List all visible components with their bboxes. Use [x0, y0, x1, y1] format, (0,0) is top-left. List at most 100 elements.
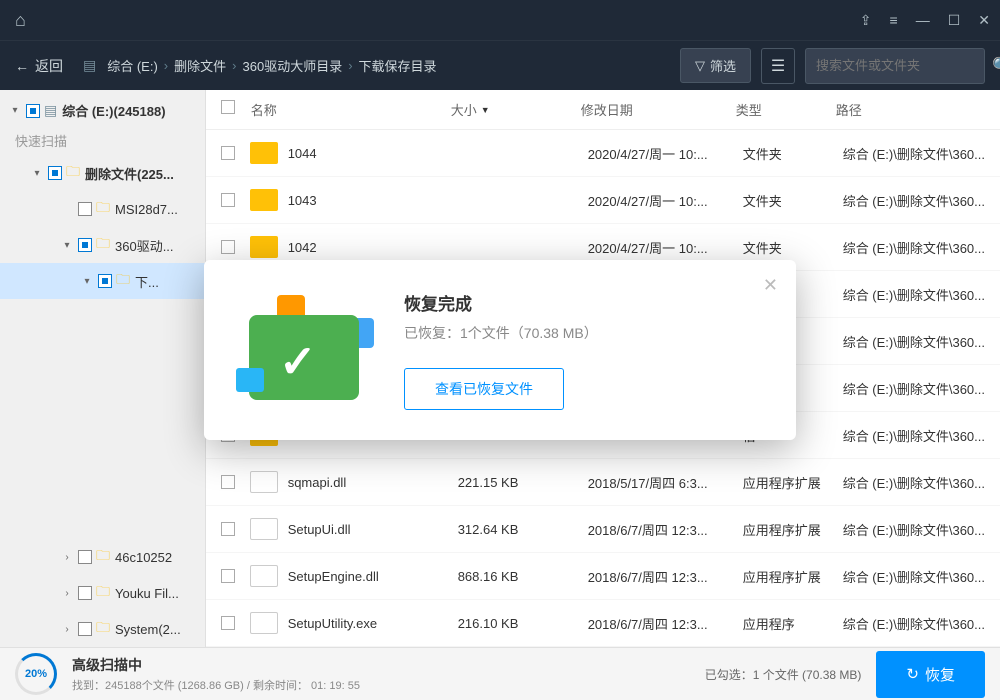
filter-icon: ▽: [695, 58, 705, 74]
tree-item-label: Youku Fil...: [115, 586, 179, 601]
folder-icon: [250, 236, 278, 258]
header-size[interactable]: 大小 ▼: [451, 100, 581, 119]
modal-content: 恢复完成 已恢复：1个文件（70.38 MB） 查看已恢复文件: [404, 290, 598, 410]
tree-item[interactable]: ▾🗀 360驱动...: [0, 227, 205, 263]
file-path: 综合 (E:)\删除文件\360...: [843, 567, 985, 586]
back-arrow-icon: ←: [15, 58, 29, 74]
tree-root-label: 综合 (E:)(245188): [62, 101, 165, 120]
tree-item-label: 46c10252: [115, 550, 172, 565]
modal-button-label: 查看已恢复文件: [435, 381, 533, 397]
file-row[interactable]: 1044 2020/4/27/周一 10:... 文件夹 综合 (E:)\删除文…: [206, 130, 1000, 177]
file-path: 综合 (E:)\删除文件\360...: [843, 144, 985, 163]
file-row[interactable]: sqmapi.dll 221.15 KB 2018/5/17/周四 6:3...…: [206, 459, 1000, 506]
modal-close-icon[interactable]: ✕: [763, 275, 778, 296]
tree-item-label: MSI28d7...: [115, 202, 178, 217]
breadcrumb-seg[interactable]: 删除文件: [174, 56, 226, 75]
file-path: 综合 (E:)\删除文件\360...: [843, 285, 985, 304]
row-checkbox[interactable]: [221, 522, 235, 536]
modal-title: 恢复完成: [404, 290, 598, 315]
file-icon: [250, 471, 278, 493]
sort-desc-icon: ▼: [481, 105, 490, 115]
titlebar: ⌂ ⇪ ≡ — ☐ ✕: [0, 0, 1000, 40]
sidebar: ▾▤ 综合 (E:)(245188) 快速扫描 ▾🗀 删除文件(225... 🗀…: [0, 90, 206, 647]
tree-item[interactable]: ›🗀 Youku Fil...: [0, 575, 205, 611]
filter-label: 筛选: [710, 56, 736, 75]
file-date: 2018/6/7/周四 12:3...: [588, 614, 743, 633]
close-icon[interactable]: ✕: [978, 12, 990, 29]
file-size: 868.16 KB: [458, 569, 588, 584]
separator-icon: ›: [348, 58, 352, 73]
file-row[interactable]: SetupUi.dll 312.64 KB 2018/6/7/周四 12:3..…: [206, 506, 1000, 553]
breadcrumb-seg[interactable]: 下载保存目录: [359, 56, 437, 75]
share-icon[interactable]: ⇪: [860, 12, 872, 29]
tree-deleted[interactable]: ▾🗀 删除文件(225...: [0, 155, 205, 191]
header-name[interactable]: 名称: [251, 100, 451, 119]
drive-icon: ▤: [83, 57, 96, 74]
home-icon[interactable]: ⌂: [10, 5, 31, 36]
back-button[interactable]: ← 返回: [15, 56, 63, 76]
header-type[interactable]: 类型: [736, 100, 836, 119]
status-text: 高级扫描中 找到：245188个文件 (1268.86 GB) / 剩余时间： …: [72, 655, 690, 693]
tree-item[interactable]: 🗀 MSI28d7...: [0, 191, 205, 227]
file-row[interactable]: 1043 2020/4/27/周一 10:... 文件夹 综合 (E:)\删除文…: [206, 177, 1000, 224]
file-path: 综合 (E:)\删除文件\360...: [843, 332, 985, 351]
breadcrumb-drive[interactable]: 综合 (E:): [107, 56, 158, 75]
folder-icon: [250, 189, 278, 211]
header-date[interactable]: 修改日期: [581, 100, 736, 119]
file-path: 综合 (E:)\删除文件\360...: [843, 426, 985, 445]
row-checkbox[interactable]: [221, 616, 235, 630]
file-name: SetupEngine.dll: [288, 569, 458, 584]
file-type: 应用程序扩展: [743, 520, 843, 539]
row-checkbox[interactable]: [221, 475, 235, 489]
quick-scan-label: 快速扫描: [0, 126, 205, 155]
row-checkbox[interactable]: [221, 569, 235, 583]
file-type: 文件夹: [743, 144, 843, 163]
file-type: 文件夹: [743, 191, 843, 210]
view-toggle-button[interactable]: ☰: [761, 48, 795, 84]
header-path[interactable]: 路径: [836, 100, 985, 119]
file-type: 应用程序: [743, 614, 843, 633]
filter-button[interactable]: ▽ 筛选: [680, 48, 751, 83]
select-all-checkbox[interactable]: [221, 100, 235, 114]
tree-root[interactable]: ▾▤ 综合 (E:)(245188): [0, 95, 205, 126]
row-checkbox[interactable]: [221, 146, 235, 160]
search-icon[interactable]: 🔍: [992, 56, 1000, 76]
file-row[interactable]: SetupEngine.dll 868.16 KB 2018/6/7/周四 12…: [206, 553, 1000, 600]
row-checkbox[interactable]: [221, 193, 235, 207]
recovery-complete-modal: ✕ ✓ 恢复完成 已恢复：1个文件（70.38 MB） 查看已恢复文件: [204, 260, 796, 440]
file-row[interactable]: SetupUtility.exe 216.10 KB 2018/6/7/周四 1…: [206, 600, 1000, 647]
modal-illustration: ✓: [244, 290, 374, 400]
progress-percent: 20%: [25, 668, 47, 680]
search-box[interactable]: 🔍: [805, 48, 985, 84]
file-icon: [250, 518, 278, 540]
file-size: 312.64 KB: [458, 522, 588, 537]
file-type: 文件夹: [743, 238, 843, 257]
search-input[interactable]: [816, 58, 992, 73]
tree-item[interactable]: ›🗀 System(2...: [0, 611, 205, 647]
toolbar: ← 返回 ▤ 综合 (E:) › 删除文件 › 360驱动大师目录 › 下载保存…: [0, 40, 1000, 90]
selected-count: 已勾选：1 个文件 (70.38 MB): [705, 666, 862, 683]
tree-item[interactable]: ›🗀 46c10252: [0, 539, 205, 575]
file-date: 2020/4/27/周一 10:...: [588, 144, 743, 163]
tree-item-label: 360驱动...: [115, 236, 174, 255]
file-date: 2018/6/7/周四 12:3...: [588, 567, 743, 586]
file-icon: [250, 565, 278, 587]
menu-icon[interactable]: ≡: [890, 12, 898, 29]
recover-button[interactable]: ↻ 恢复: [876, 651, 985, 698]
separator-icon: ›: [232, 58, 236, 73]
minimize-icon[interactable]: —: [916, 12, 930, 29]
row-checkbox[interactable]: [221, 240, 235, 254]
file-path: 综合 (E:)\删除文件\360...: [843, 520, 985, 539]
window-controls: ⇪ ≡ — ☐ ✕: [860, 12, 990, 29]
file-name: sqmapi.dll: [288, 475, 458, 490]
breadcrumb-seg[interactable]: 360驱动大师目录: [243, 56, 343, 75]
file-type: 应用程序扩展: [743, 473, 843, 492]
maximize-icon[interactable]: ☐: [948, 12, 961, 29]
file-size: 216.10 KB: [458, 616, 588, 631]
view-recovered-button[interactable]: 查看已恢复文件: [404, 368, 564, 410]
file-name: 1043: [288, 193, 458, 208]
status-title: 高级扫描中: [72, 655, 690, 675]
file-path: 综合 (E:)\删除文件\360...: [843, 379, 985, 398]
tree-item-selected[interactable]: ▾🗀 下...: [0, 263, 205, 299]
file-path: 综合 (E:)\删除文件\360...: [843, 238, 985, 257]
